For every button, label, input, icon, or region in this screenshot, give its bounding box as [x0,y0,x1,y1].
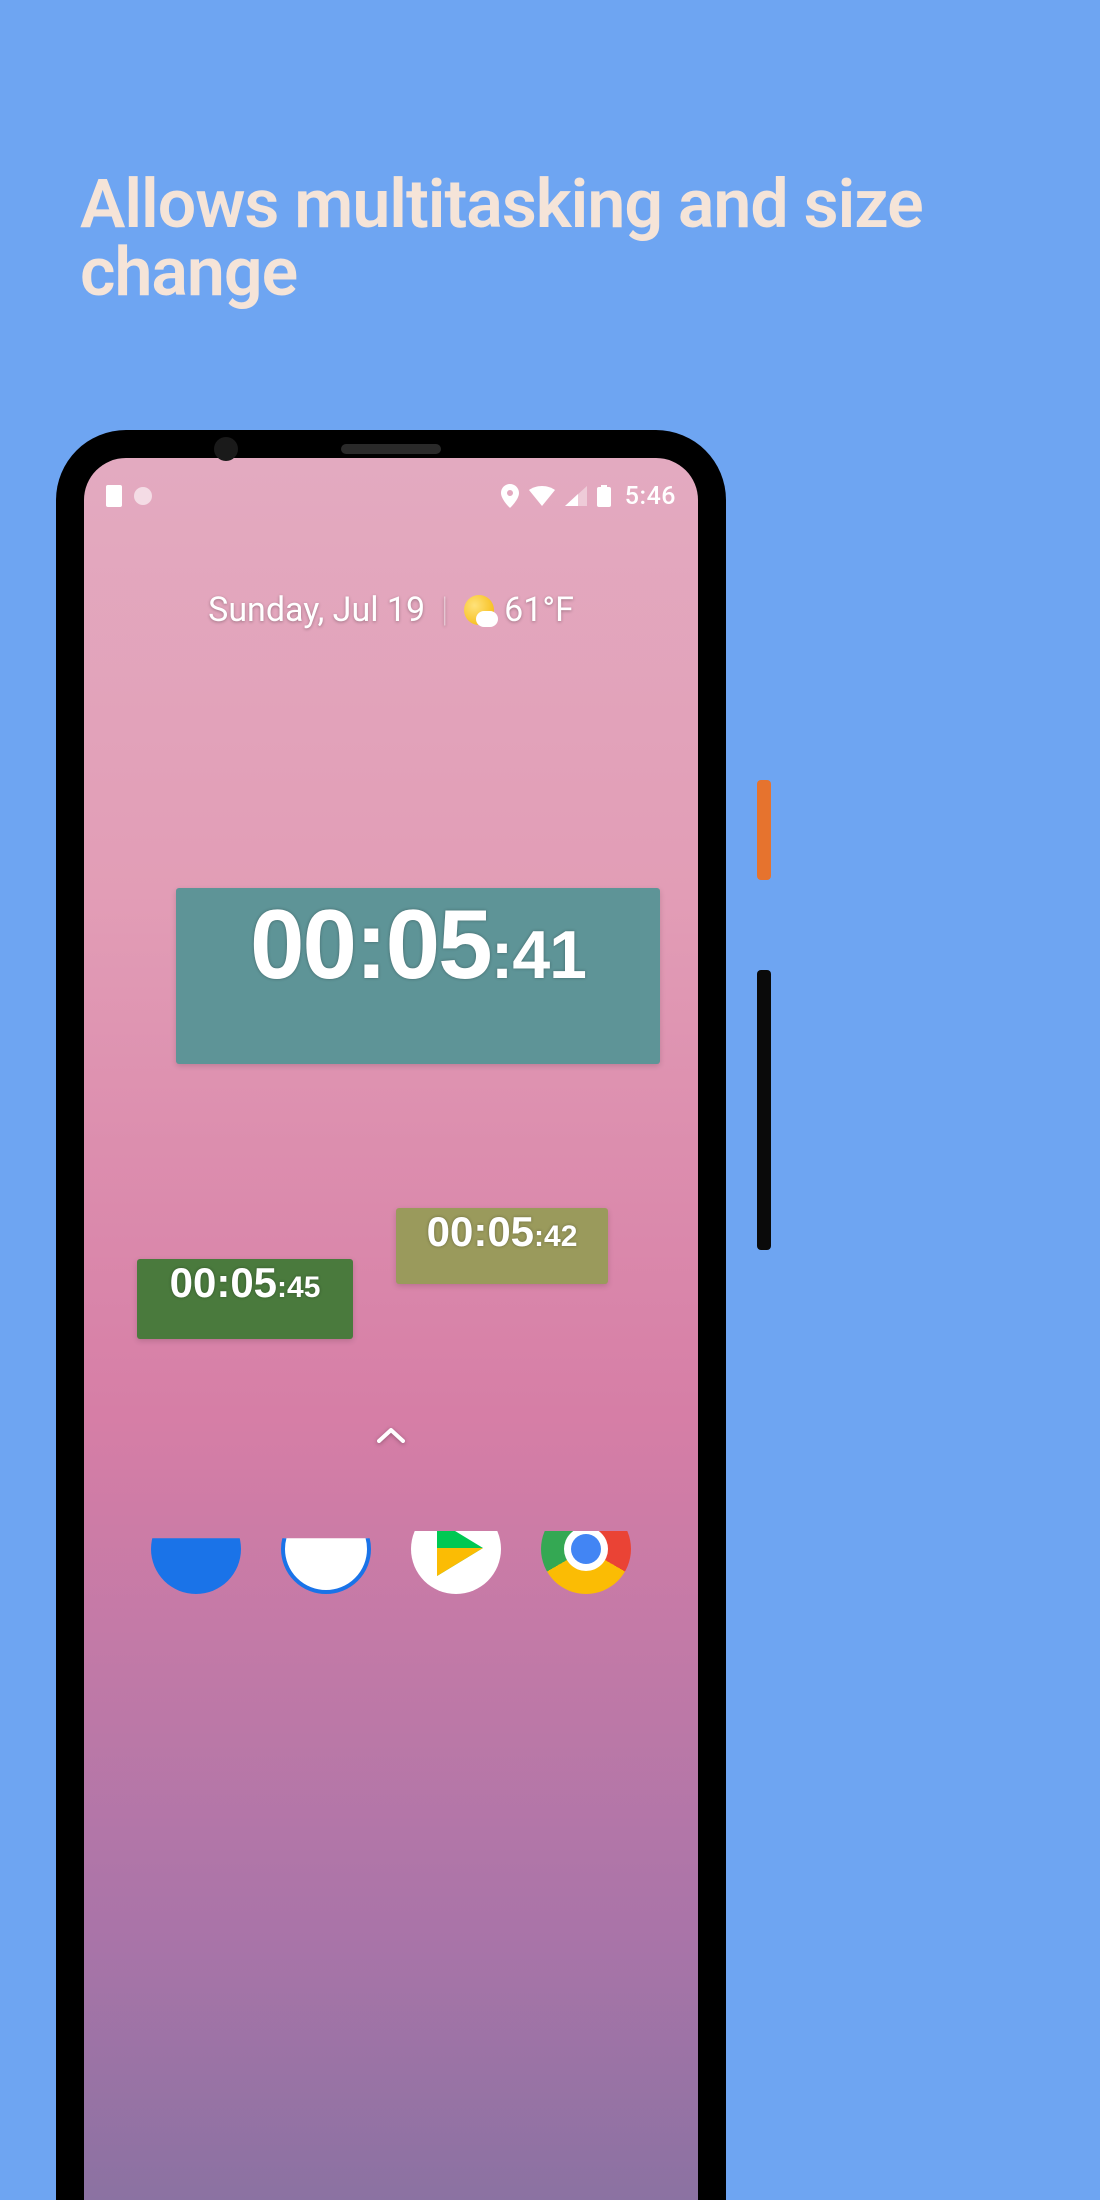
timer-widget-medium[interactable]: 00:05:42 [396,1208,608,1284]
messages-app-icon[interactable] [281,1504,371,1594]
timer-widget-small[interactable]: 00:05:45 [137,1259,353,1339]
speaker-grille [341,444,441,454]
timer-main: 00:05 [170,1259,277,1307]
status-time: 5:46 [625,482,676,511]
battery-icon [597,485,611,507]
volume-button [757,970,771,1250]
timer-sub: :45 [277,1271,320,1305]
temperature-text: 61°F [504,590,574,630]
cellular-signal-icon [565,486,587,506]
chevron-up-icon [376,1426,406,1444]
status-bar: 5:46 [84,476,698,516]
timer-main: 00:05 [250,888,491,1001]
weather-part: 61°F [464,590,574,630]
notification-dot-icon [134,487,152,505]
phone-app-icon[interactable] [151,1504,241,1594]
separator: | [441,590,448,630]
timer-sub: :42 [534,1220,577,1254]
timer-sub: :41 [491,916,586,994]
location-icon [501,484,519,508]
wifi-icon [529,486,555,506]
sd-card-icon [106,485,122,507]
phone-screen: 5:46 Sunday, Jul 19 | 61°F 00:05:41 00:0… [84,458,698,2200]
chrome-app-icon[interactable] [541,1504,631,1594]
date-text: Sunday, Jul 19 [208,590,425,630]
play-store-app-icon[interactable] [411,1504,501,1594]
app-drawer-handle[interactable] [376,1426,406,1444]
power-button [757,780,771,880]
front-camera [214,437,238,461]
date-weather-widget[interactable]: Sunday, Jul 19 | 61°F [84,590,698,630]
phone-frame: 5:46 Sunday, Jul 19 | 61°F 00:05:41 00:0… [56,430,726,2200]
dock-row [84,1474,698,1594]
timer-main: 00:05 [427,1208,534,1256]
status-right: 5:46 [501,482,676,511]
timer-widget-large[interactable]: 00:05:41 [176,888,660,1064]
marketing-headline: Allows multitasking and size change [80,170,1040,306]
weather-sun-icon [464,595,494,625]
status-left [106,485,152,507]
